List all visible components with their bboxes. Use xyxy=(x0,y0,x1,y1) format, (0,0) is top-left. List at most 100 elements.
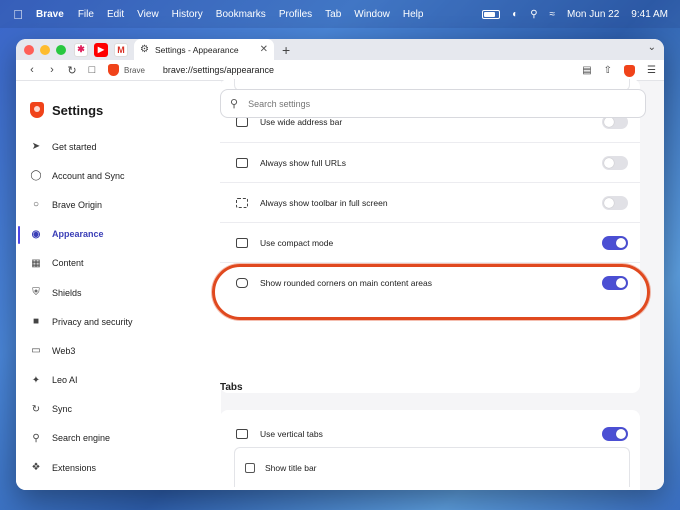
sidebar-item-label: Get started xyxy=(52,141,97,152)
zoom-window-button[interactable] xyxy=(56,44,66,55)
minimize-window-button[interactable] xyxy=(40,44,50,55)
appearance-card: Use wide address bar Always show full UR… xyxy=(220,79,640,393)
menubar-time[interactable]: 9:41 AM xyxy=(631,9,668,20)
setting-row-full-urls: Always show full URLs xyxy=(220,142,640,182)
brave-shields-icon[interactable] xyxy=(624,64,636,77)
title-bar-subsection: Show title bar xyxy=(234,447,630,487)
tab-list-chevron-down-icon[interactable]: ⌄ xyxy=(648,42,656,53)
sidebar-item-label: Search engine xyxy=(52,433,111,444)
sidebar-item-leo-ai[interactable]: ✦ Leo AI xyxy=(16,366,221,395)
gmail-pinned-tab-icon[interactable]: M xyxy=(114,42,128,57)
reload-icon[interactable]: ↻ xyxy=(62,64,82,77)
forward-arrow-icon[interactable]: › xyxy=(42,64,62,76)
sidebar-item-label: Brave Origin xyxy=(52,199,103,210)
settings-search-box[interactable]: ⚲ xyxy=(220,89,646,118)
settings-title: Settings xyxy=(52,102,104,118)
lock-icon: ■ xyxy=(32,316,40,328)
bookmark-icon[interactable]: □ xyxy=(82,64,102,76)
vertical-tabs-toggle[interactable] xyxy=(602,427,628,441)
tab-title: Settings - Appearance xyxy=(154,44,239,55)
apple-menu-icon[interactable]:  xyxy=(0,7,36,22)
sidebar-item-web3[interactable]: ▭ Web3 xyxy=(16,336,221,365)
wallet-icon: ▭ xyxy=(31,345,41,357)
brave-logo-icon xyxy=(30,102,44,118)
slack-pinned-tab-icon[interactable]: ✱ xyxy=(74,42,88,57)
full-urls-toggle[interactable] xyxy=(602,155,628,170)
show-title-bar-checkbox[interactable] xyxy=(245,462,255,473)
content-icon: ▦ xyxy=(31,257,41,269)
leo-icon: ✦ xyxy=(31,374,41,386)
rocket-icon: ➤ xyxy=(31,141,41,153)
back-arrow-icon[interactable]: ‹ xyxy=(22,64,42,76)
reader-mode-icon[interactable]: ▤ xyxy=(582,65,591,76)
search-input[interactable] xyxy=(248,98,609,109)
sidebar-item-search-engine[interactable]: ⚲ Search engine xyxy=(16,424,221,453)
menu-profiles[interactable]: Profiles xyxy=(279,9,312,20)
address-chip[interactable]: Brave xyxy=(108,64,145,76)
menubar-date[interactable]: Mon Jun 22 xyxy=(567,9,619,20)
battery-icon[interactable] xyxy=(482,9,501,19)
address-chip-label: Brave xyxy=(124,65,145,75)
sidebar-item-extensions[interactable]: ❖ Extensions xyxy=(16,453,221,482)
menu-hamburger-icon[interactable]: ☰ xyxy=(647,65,656,76)
menu-history[interactable]: History xyxy=(172,9,203,20)
setting-label: Show title bar xyxy=(265,462,317,473)
sidebar-item-get-started[interactable]: ➤ Get started xyxy=(16,132,221,161)
sidebar-item-label: Shields xyxy=(52,287,82,298)
settings-sidebar: Settings ➤ Get started ◯ Account and Syn… xyxy=(16,81,221,490)
tabs-card: Use vertical tabs Show title bar xyxy=(220,410,640,490)
search-icon: ⚲ xyxy=(32,432,40,444)
address-bar-url[interactable]: brave://settings/appearance xyxy=(163,65,274,75)
compact-mode-toggle[interactable] xyxy=(602,235,628,250)
menu-tab[interactable]: Tab xyxy=(325,9,341,20)
url-icon xyxy=(236,157,248,168)
palette-icon: ◉ xyxy=(31,228,41,240)
menu-app-name[interactable]: Brave xyxy=(36,9,64,20)
window-controls xyxy=(24,44,66,55)
address-bar-icon xyxy=(236,117,248,127)
setting-label: Always show full URLs xyxy=(260,157,346,168)
tabs-section-title: Tabs xyxy=(220,382,243,393)
setting-label: Use compact mode xyxy=(260,237,334,248)
fullscreen-icon xyxy=(236,197,248,208)
gear-icon: ⚙ xyxy=(140,44,149,55)
sidebar-item-privacy-and-security[interactable]: ■ Privacy and security xyxy=(16,307,221,336)
youtube-pinned-tab-icon[interactable]: ▶ xyxy=(94,42,108,57)
new-tab-button[interactable]: + xyxy=(282,42,290,58)
menu-file[interactable]: File xyxy=(78,9,94,20)
sidebar-item-content[interactable]: ▦ Content xyxy=(16,249,221,278)
sidebar-item-brave-origin[interactable]: ○ Brave Origin xyxy=(16,190,221,219)
tab-close-icon[interactable]: ✕ xyxy=(260,44,268,55)
share-icon[interactable]: ⇧ xyxy=(604,65,612,76)
menu-edit[interactable]: Edit xyxy=(107,9,124,20)
sidebar-item-shields[interactable]: ⛨ Shields xyxy=(16,278,221,307)
tab-strip: ✱ ▶ M ⚙ Settings - Appearance ✕ + ⌄ xyxy=(16,39,664,60)
toolbar-fullscreen-toggle[interactable] xyxy=(602,195,628,210)
macos-menubar:  Brave File Edit View History Bookmarks… xyxy=(0,0,680,28)
menu-bookmarks[interactable]: Bookmarks xyxy=(216,9,266,20)
wifi-icon[interactable]: ≈ xyxy=(550,9,556,20)
menu-help[interactable]: Help xyxy=(403,9,424,20)
menubar-status-area: ◐ ⚲ ≈ Mon Jun 22 9:41 AM xyxy=(482,0,668,28)
sidebar-item-label: Leo AI xyxy=(52,375,78,386)
control-center-icon[interactable]: ◐ xyxy=(512,9,518,20)
active-tab[interactable]: ⚙ Settings - Appearance ✕ xyxy=(134,39,274,60)
browser-toolbar: ‹ › ↻ □ Brave brave://settings/appearanc… xyxy=(16,60,664,81)
vertical-tabs-icon xyxy=(236,429,248,439)
toolbar-actions: ▤ ⇧ ☰ xyxy=(582,60,656,81)
spotlight-search-icon[interactable]: ⚲ xyxy=(530,9,537,20)
close-window-button[interactable] xyxy=(24,44,34,55)
sidebar-item-appearance[interactable]: ◉ Appearance xyxy=(16,220,221,249)
setting-label: Always show toolbar in full screen xyxy=(260,197,388,208)
sidebar-item-sync[interactable]: ↻ Sync xyxy=(16,395,221,424)
sidebar-item-label: Sync xyxy=(52,404,73,415)
sidebar-item-label: Web3 xyxy=(52,345,76,356)
sync-icon: ↻ xyxy=(31,403,41,415)
sidebar-item-account-and-sync[interactable]: ◯ Account and Sync xyxy=(16,161,221,190)
search-icon: ⚲ xyxy=(230,98,239,110)
menu-view[interactable]: View xyxy=(137,9,159,20)
pinned-tabs: ✱ ▶ M xyxy=(74,42,128,57)
shield-icon: ⛨ xyxy=(32,287,40,299)
menu-window[interactable]: Window xyxy=(354,9,390,20)
account-icon: ◯ xyxy=(30,170,42,182)
